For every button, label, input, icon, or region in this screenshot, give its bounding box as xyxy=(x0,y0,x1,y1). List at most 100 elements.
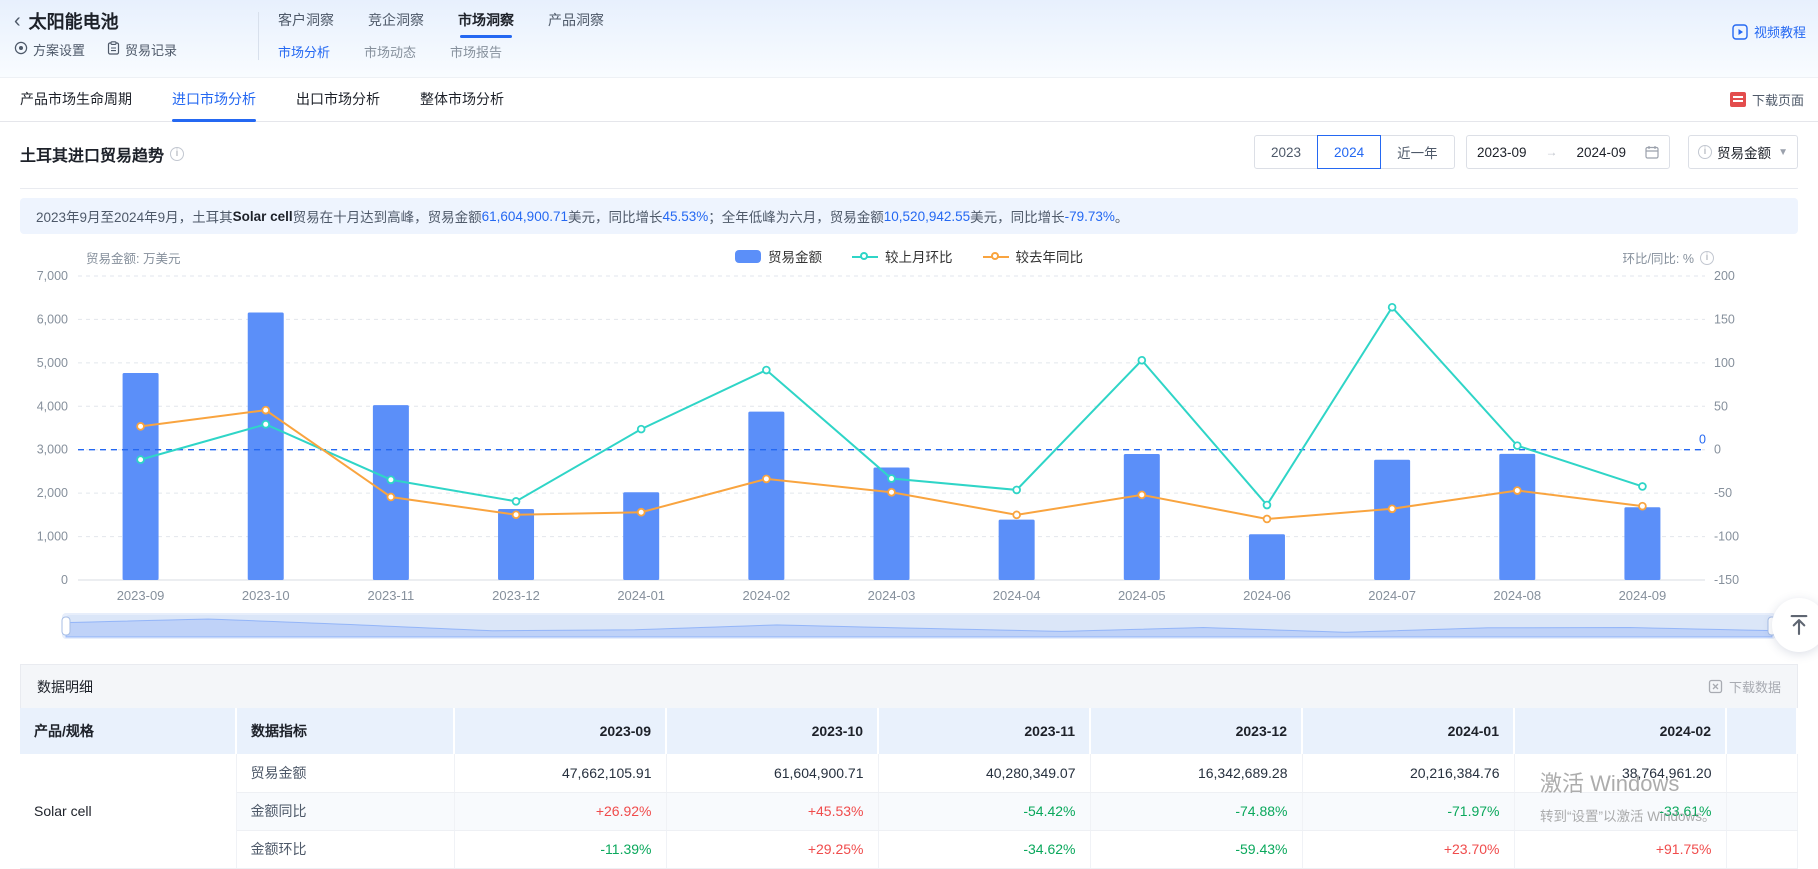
svg-text:4,000: 4,000 xyxy=(37,399,68,413)
value-cell-2024-01: +23.70% xyxy=(1302,830,1514,868)
bar-2024-04 xyxy=(999,520,1035,580)
svg-text:2024-06: 2024-06 xyxy=(1243,588,1291,603)
value-cell-extra xyxy=(1726,754,1797,792)
bar-2024-02 xyxy=(748,412,784,580)
top-tab-市场洞察[interactable]: 市场洞察 xyxy=(458,10,514,38)
sub-tab-市场分析[interactable]: 市场分析 xyxy=(278,42,330,61)
back-icon[interactable]: ‹ xyxy=(14,11,21,31)
col-header-product: 产品/规格 xyxy=(20,708,236,754)
value-cell-2023-10: 61,604,900.71 xyxy=(666,754,878,792)
summary-segment: ；全年低峰为六月，贸易金额 xyxy=(708,206,884,226)
summary-segment: 10,520,942.55 xyxy=(884,209,970,224)
svg-text:2024-04: 2024-04 xyxy=(993,588,1041,603)
table-row-金额环比: 金额环比-11.39%+29.25%-34.62%-59.43%+23.70%+… xyxy=(20,830,1797,868)
table-row-贸易金额: Solar cell贸易金额47,662,105.9161,604,900.71… xyxy=(20,754,1797,792)
bar-2023-11 xyxy=(373,405,409,580)
svg-text:50: 50 xyxy=(1714,399,1728,413)
summary-segment: 贸易在十月达到高峰，贸易金额 xyxy=(293,206,482,226)
value-cell-2023-11: -54.42% xyxy=(878,792,1090,830)
nav-item-整体市场分析[interactable]: 整体市场分析 xyxy=(420,78,504,122)
svg-text:200: 200 xyxy=(1714,269,1735,283)
svg-text:-150: -150 xyxy=(1714,573,1739,587)
svg-text:3,000: 3,000 xyxy=(37,443,68,457)
col-header-2023-12: 2023-12 xyxy=(1090,708,1302,754)
value-cell-2023-11: 40,280,349.07 xyxy=(878,754,1090,792)
year-range-segmented-control: 20232024近一年 xyxy=(1254,135,1455,169)
divider xyxy=(20,188,1798,189)
quick-link-贸易记录[interactable]: 贸易记录 xyxy=(107,40,177,59)
svg-text:150: 150 xyxy=(1714,312,1735,326)
year-button-2024[interactable]: 2024 xyxy=(1317,135,1381,169)
svg-text:2,000: 2,000 xyxy=(37,486,68,500)
col-header-metric: 数据指标 xyxy=(236,708,454,754)
data-detail-title: 数据明细 xyxy=(37,677,93,697)
summary-segment: 2023年9月至2024年9月，土耳其 xyxy=(36,206,233,226)
col-header-2023-10: 2023-10 xyxy=(666,708,878,754)
svg-text:0: 0 xyxy=(1714,443,1721,457)
datazoom-slider[interactable] xyxy=(0,608,1818,646)
video-tutorial-link[interactable]: 视频教程 xyxy=(1732,22,1806,41)
sub-tab-市场动态[interactable]: 市场动态 xyxy=(364,42,416,61)
value-cell-2024-02: -33.61% xyxy=(1514,792,1726,830)
bar-2024-01 xyxy=(623,492,659,580)
quick-link-方案设置[interactable]: 方案设置 xyxy=(14,40,85,59)
page-title: 太阳能电池 xyxy=(29,8,119,34)
info-icon: i xyxy=(1698,145,1712,159)
year-button-近一年[interactable]: 近一年 xyxy=(1380,135,1455,169)
date-range-picker[interactable]: 2023-09 → 2024-09 xyxy=(1466,135,1670,169)
trend-combo-chart[interactable]: 01,0002,0003,0004,0005,0006,0007,000-150… xyxy=(0,230,1818,606)
metric-cell: 金额环比 xyxy=(236,830,454,868)
bar-2024-03 xyxy=(874,468,910,580)
svg-text:2023-11: 2023-11 xyxy=(368,588,415,603)
sub-tab-市场报告[interactable]: 市场报告 xyxy=(450,42,502,61)
date-start: 2023-09 xyxy=(1477,145,1527,160)
quick-links: 方案设置 贸易记录 xyxy=(14,40,177,59)
back-to-top-button[interactable] xyxy=(1772,598,1818,652)
top-tab-竞企洞察[interactable]: 竞企洞察 xyxy=(368,10,424,38)
svg-text:0: 0 xyxy=(1699,433,1706,447)
download-data-button[interactable]: 下载数据 xyxy=(1708,677,1781,696)
quick-link-label: 贸易记录 xyxy=(125,40,177,59)
value-cell-2024-01: 20,216,384.76 xyxy=(1302,754,1514,792)
bar-2024-05 xyxy=(1124,454,1160,580)
top-tab-产品洞察[interactable]: 产品洞察 xyxy=(548,10,604,38)
nav-item-出口市场分析[interactable]: 出口市场分析 xyxy=(296,78,380,122)
nav-item-产品市场生命周期[interactable]: 产品市场生命周期 xyxy=(20,78,132,122)
svg-text:2024-07: 2024-07 xyxy=(1368,588,1416,603)
metric-cell: 贸易金额 xyxy=(236,754,454,792)
svg-text:-50: -50 xyxy=(1714,486,1732,500)
download-page-button[interactable]: 下载页面 xyxy=(1730,90,1804,109)
nav-item-进口市场分析[interactable]: 进口市场分析 xyxy=(172,78,256,122)
svg-text:2024-02: 2024-02 xyxy=(742,588,790,603)
col-header-2024-01: 2024-01 xyxy=(1302,708,1514,754)
data-detail-table: 产品/规格数据指标2023-092023-102023-112023-12202… xyxy=(20,708,1798,869)
svg-text:2024-09: 2024-09 xyxy=(1619,588,1667,603)
bar-2023-10 xyxy=(248,312,284,580)
col-header-2024-02: 2024-02 xyxy=(1514,708,1726,754)
trend-summary-banner: 2023年9月至2024年9月，土耳其Solar cell贸易在十月达到高峰，贸… xyxy=(20,198,1798,234)
value-cell-2024-02: +91.75% xyxy=(1514,830,1726,868)
table-row-金额同比: 金额同比+26.92%+45.53%-54.42%-74.88%-71.97%-… xyxy=(20,792,1797,830)
svg-text:2024-01: 2024-01 xyxy=(617,588,665,603)
bar-2024-09 xyxy=(1624,507,1660,580)
data-detail-header: 数据明细 下载数据 xyxy=(20,664,1798,708)
metric-dropdown-value: 贸易金额 xyxy=(1717,142,1771,162)
value-cell-2023-12: -74.88% xyxy=(1090,792,1302,830)
download-file-icon xyxy=(1708,679,1723,694)
svg-text:2023-09: 2023-09 xyxy=(117,588,165,603)
value-cell-2023-10: +29.25% xyxy=(666,830,878,868)
value-cell-extra xyxy=(1726,830,1797,868)
col-header-extra xyxy=(1726,708,1797,754)
svg-text:2023-12: 2023-12 xyxy=(492,588,540,603)
metric-dropdown[interactable]: i 贸易金额 ▼ xyxy=(1688,135,1798,169)
summary-segment: 美元，同比增长 xyxy=(970,206,1065,226)
svg-text:1,000: 1,000 xyxy=(37,530,68,544)
download-data-label: 下载数据 xyxy=(1729,677,1781,696)
year-button-2023[interactable]: 2023 xyxy=(1254,135,1318,169)
info-icon[interactable]: i xyxy=(170,147,184,161)
summary-segment: 。 xyxy=(1115,206,1129,226)
value-cell-2023-09: +26.92% xyxy=(454,792,666,830)
bar-2024-08 xyxy=(1499,454,1535,580)
top-tab-客户洞察[interactable]: 客户洞察 xyxy=(278,10,334,38)
svg-text:-100: -100 xyxy=(1714,530,1739,544)
